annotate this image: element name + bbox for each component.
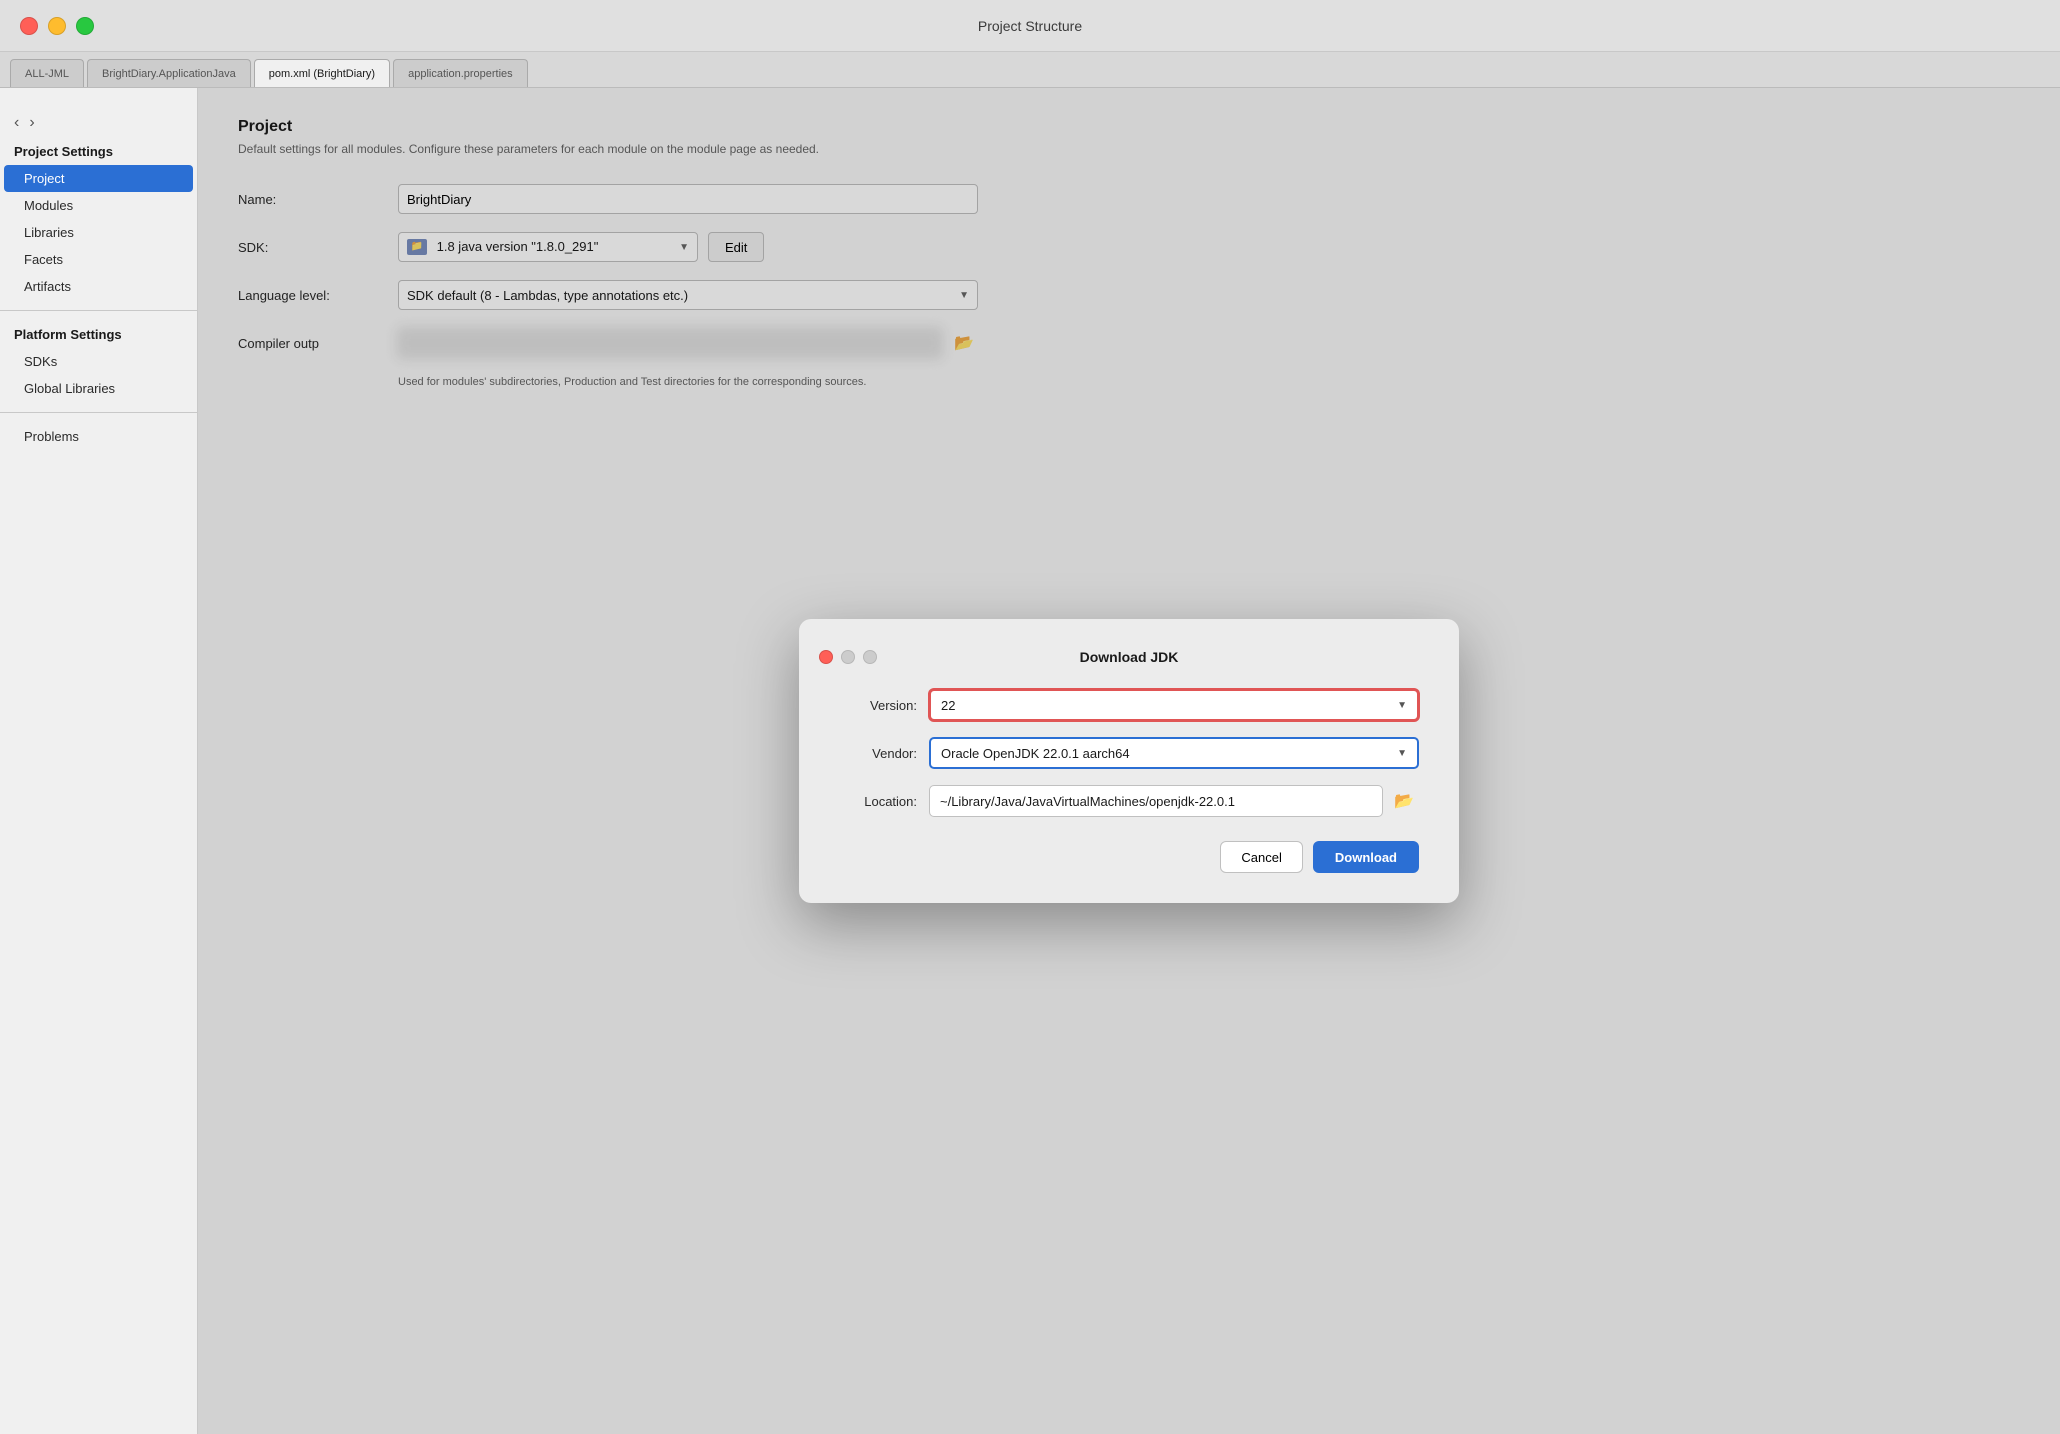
sidebar-item-global-libraries[interactable]: Global Libraries: [0, 375, 197, 402]
modal-version-chevron-icon: ▼: [1397, 700, 1407, 711]
modal-vendor-select[interactable]: Oracle OpenJDK 22.0.1 aarch64 ▼: [929, 737, 1419, 769]
platform-settings-heading: Platform Settings: [0, 321, 197, 348]
modal-vendor-field: Oracle OpenJDK 22.0.1 aarch64 ▼: [929, 737, 1419, 769]
window-title: Project Structure: [978, 18, 1082, 34]
modal-location-label: Location:: [839, 794, 929, 809]
sidebar-item-modules[interactable]: Modules: [0, 192, 197, 219]
cancel-button[interactable]: Cancel: [1220, 841, 1302, 873]
content-area: Project Default settings for all modules…: [198, 88, 2060, 1434]
tab-bar: ALL-JML BrightDiary.ApplicationJava pom.…: [0, 52, 2060, 88]
sidebar-item-libraries[interactable]: Libraries: [0, 219, 197, 246]
modal-title-bar: Download JDK: [799, 649, 1459, 665]
sidebar-item-artifacts[interactable]: Artifacts: [0, 273, 197, 300]
modal-location-field: ~/Library/Java/JavaVirtualMachines/openj…: [929, 785, 1419, 817]
modal-body: Version: 22 ▼ Vendor:: [799, 689, 1459, 817]
sidebar-divider-2: [0, 412, 197, 413]
modal-close-button[interactable]: [819, 650, 833, 664]
modal-title: Download JDK: [1080, 649, 1179, 665]
title-bar-controls: [20, 17, 94, 35]
sidebar-item-facets[interactable]: Facets: [0, 246, 197, 273]
tab-pom[interactable]: pom.xml (BrightDiary): [254, 59, 390, 87]
sidebar-divider: [0, 310, 197, 311]
sidebar-item-sdks[interactable]: SDKs: [0, 348, 197, 375]
maximize-button[interactable]: [76, 17, 94, 35]
modal-version-row: Version: 22 ▼: [839, 689, 1419, 721]
modal-version-field: 22 ▼: [929, 689, 1419, 721]
modal-location-input[interactable]: ~/Library/Java/JavaVirtualMachines/openj…: [929, 785, 1383, 817]
modal-location-folder-icon[interactable]: 📂: [1389, 786, 1419, 816]
tab-all[interactable]: ALL-JML: [10, 59, 84, 87]
tab-brightdiary[interactable]: BrightDiary.ApplicationJava: [87, 59, 251, 87]
modal-overlay: Download JDK Version: 22 ▼: [198, 88, 2060, 1434]
nav-arrows: ‹ ›: [0, 108, 197, 138]
download-jdk-dialog: Download JDK Version: 22 ▼: [799, 619, 1459, 903]
modal-vendor-chevron-icon: ▼: [1397, 748, 1407, 759]
minimize-button[interactable]: [48, 17, 66, 35]
nav-back-icon[interactable]: ‹: [14, 114, 19, 132]
nav-forward-icon[interactable]: ›: [29, 114, 34, 132]
modal-location-row: Location: ~/Library/Java/JavaVirtualMach…: [839, 785, 1419, 817]
sidebar-item-problems[interactable]: Problems: [0, 423, 197, 450]
tab-properties[interactable]: application.properties: [393, 59, 528, 87]
modal-minimize-button[interactable]: [841, 650, 855, 664]
main-layout: ‹ › Project Settings Project Modules Lib…: [0, 88, 2060, 1434]
sidebar-item-project[interactable]: Project: [4, 165, 193, 192]
title-bar: Project Structure: [0, 0, 2060, 52]
modal-version-select[interactable]: 22 ▼: [929, 689, 1419, 721]
modal-vendor-label: Vendor:: [839, 746, 929, 761]
modal-version-label: Version:: [839, 698, 929, 713]
sidebar: ‹ › Project Settings Project Modules Lib…: [0, 88, 198, 1434]
download-button[interactable]: Download: [1313, 841, 1419, 873]
modal-vendor-row: Vendor: Oracle OpenJDK 22.0.1 aarch64 ▼: [839, 737, 1419, 769]
project-settings-heading: Project Settings: [0, 138, 197, 165]
modal-actions: Cancel Download: [799, 841, 1459, 873]
modal-maximize-button[interactable]: [863, 650, 877, 664]
close-button[interactable]: [20, 17, 38, 35]
modal-traffic-lights: [819, 650, 877, 664]
